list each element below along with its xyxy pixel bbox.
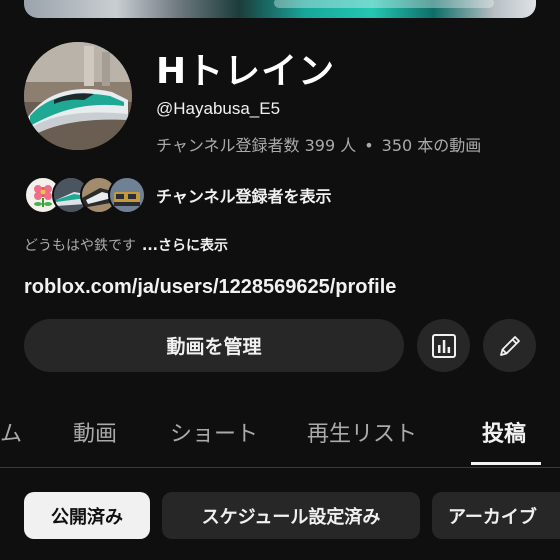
analytics-button[interactable] [417,319,470,372]
banner-train-highlight [274,0,494,8]
edit-button[interactable] [483,319,536,372]
channel-banner[interactable] [24,0,536,18]
chip-published[interactable]: 公開済み [24,492,150,539]
channel-name: Hトレイン [156,51,336,92]
channel-tabs: ム 動画 ショート 再生リスト 投稿 [0,410,560,468]
channel-link[interactable]: roblox.com/ja/users/1228569625/profile [24,276,396,299]
manage-videos-button[interactable]: 動画を管理 [24,319,404,372]
analytics-icon [431,333,456,358]
tabs-divider [0,467,560,468]
tab-playlists[interactable]: 再生リスト [307,416,417,448]
video-count: 350 本の動画 [381,136,482,155]
more-link[interactable]: ...さらに表示 [142,238,228,254]
show-subscribers-link[interactable]: チャンネル登録者を表示 [156,183,332,207]
description-text: どうもはや鉄です [24,238,136,254]
channel-handle: @Hayabusa_E5 [156,99,281,118]
tab-videos[interactable]: 動画 [73,416,117,448]
channel-page: Hトレイン @Hayabusa_E5 チャンネル登録者数 399 人 • 350 本… [0,0,560,560]
stats-separator: • [364,136,374,155]
tab-shorts[interactable]: ショート [170,416,258,448]
tab-home[interactable]: ム [0,416,22,448]
subscriber-count: チャンネル登録者数 399 人 [156,136,357,155]
subscriber-avatars[interactable] [24,176,146,214]
channel-stats: チャンネル登録者数 399 人 • 350 本の動画 [156,132,481,156]
channel-description[interactable]: どうもはや鉄です ...さらに表示 [24,235,228,255]
train-avatar-icon [108,176,146,214]
active-tab-indicator [471,462,541,465]
channel-avatar[interactable] [24,42,132,150]
tab-posts[interactable]: 投稿 [482,416,526,448]
pencil-icon [499,335,520,356]
chip-archived[interactable]: アーカイブ [432,492,560,539]
train-photo-icon [24,42,132,150]
chip-scheduled[interactable]: スケジュール設定済み [162,492,420,539]
